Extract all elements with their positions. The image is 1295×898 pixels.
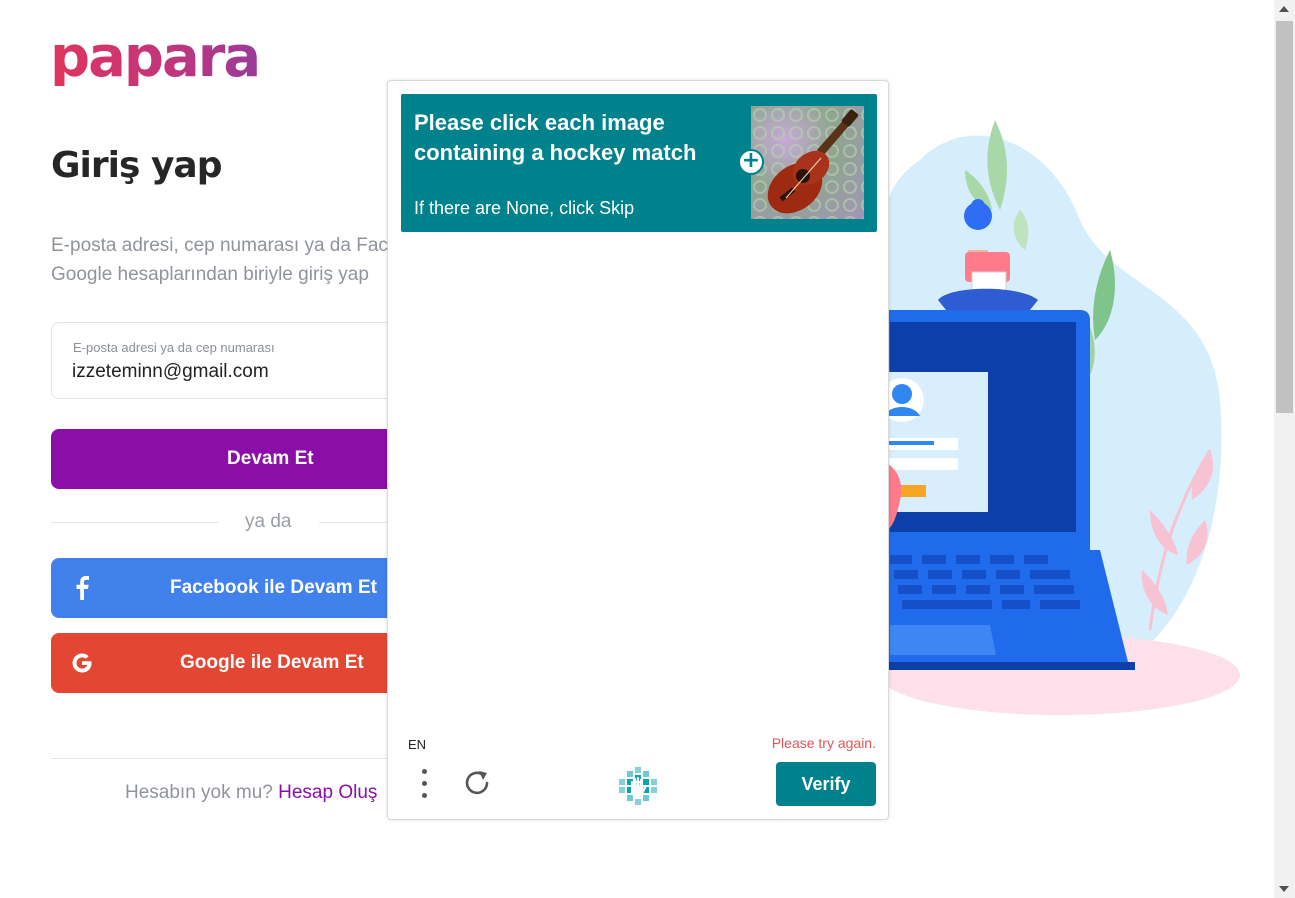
kebab-menu-icon[interactable] <box>414 767 434 803</box>
signup-prompt: Hesabın yok mu? Hesap Oluş <box>125 782 377 804</box>
captcha-prompt: Please click each image containing a hoc… <box>414 110 697 165</box>
email-field-label: E-posta adresi ya da cep numarası <box>73 340 275 355</box>
no-account-text: Hesabın yok mu? <box>125 782 273 803</box>
refresh-icon[interactable] <box>462 767 494 799</box>
scroll-up-arrow-icon[interactable] <box>1279 6 1289 12</box>
captcha-header: Please click each image containing a hoc… <box>401 94 877 232</box>
hcaptcha-logo-icon[interactable] <box>617 765 659 807</box>
verify-button-label: Verify <box>801 773 851 794</box>
facebook-button-label: Facebook ile Devam Et <box>170 577 377 598</box>
captcha-skip-hint: If there are None, click Skip <box>414 198 635 218</box>
login-subtitle: E-posta adresi, cep numarası ya da Faceb… <box>51 231 391 291</box>
plus-icon[interactable]: + <box>738 149 764 175</box>
captcha-language-selector[interactable]: EN <box>408 737 426 752</box>
captcha-challenge: Please click each image containing a hoc… <box>387 80 889 820</box>
login-illustration <box>880 120 1240 715</box>
subtitle-line-2: Google hesaplarından biriyle giriş yap <box>51 264 369 285</box>
create-account-link[interactable]: Hesap Oluş <box>278 782 377 803</box>
papara-logo[interactable]: papara <box>50 30 261 86</box>
scroll-down-arrow-icon[interactable] <box>1279 886 1289 892</box>
page-title: Giriş yap <box>51 145 222 186</box>
captcha-error-message: Please try again. <box>771 735 876 751</box>
footer-divider <box>51 758 391 759</box>
guitar-image <box>751 106 864 219</box>
scroll-thumb[interactable] <box>1276 21 1293 413</box>
continue-button-label: Devam Et <box>227 448 314 469</box>
or-divider: ya da <box>51 511 399 537</box>
facebook-icon <box>69 575 95 601</box>
google-icon <box>69 650 95 676</box>
captcha-sample-image[interactable] <box>751 106 864 219</box>
verify-button[interactable]: Verify <box>776 762 876 806</box>
divider-text: ya da <box>245 511 292 532</box>
subtitle-line-1: E-posta adresi, cep numarası ya da Faceb… <box>51 235 391 256</box>
google-button-label: Google ile Devam Et <box>180 652 364 673</box>
page-scrollbar[interactable] <box>1274 0 1295 898</box>
email-input[interactable]: izzeteminn@gmail.com <box>72 361 269 383</box>
divider-line-left <box>51 522 219 523</box>
